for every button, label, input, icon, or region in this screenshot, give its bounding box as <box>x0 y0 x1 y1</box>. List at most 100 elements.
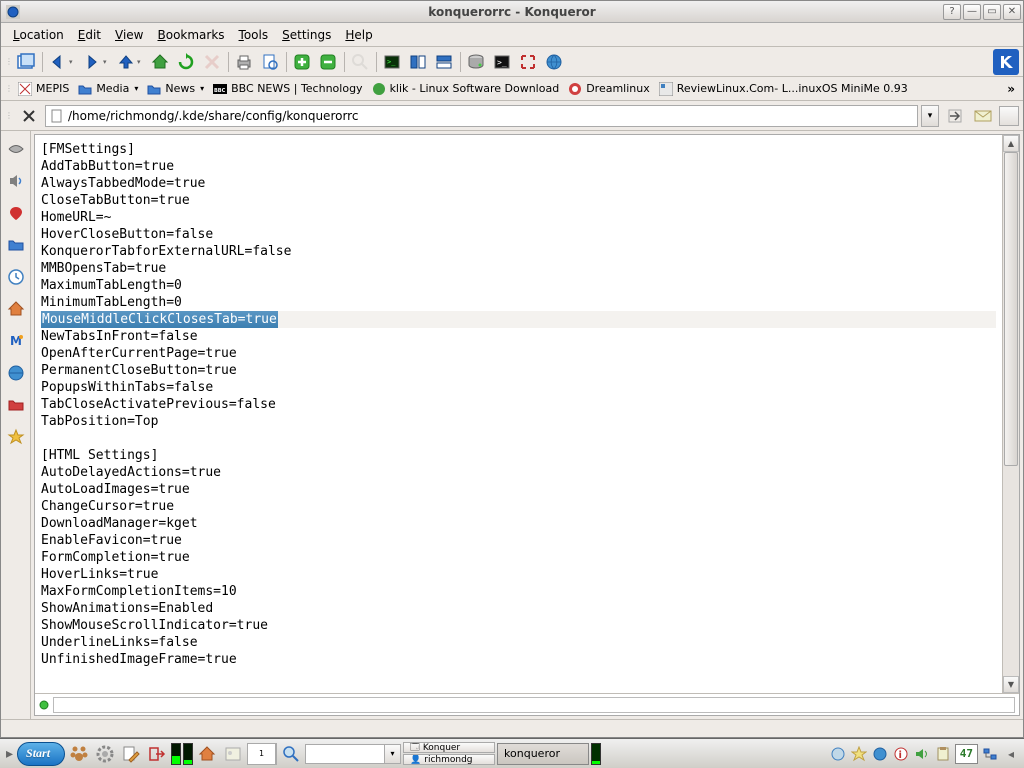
bookmark-label: MEPIS <box>36 82 69 95</box>
konsole-icon[interactable]: >_ <box>489 49 515 75</box>
split-vertical-button[interactable] <box>405 49 431 75</box>
reload-button[interactable] <box>173 49 199 75</box>
menu-bookmarks[interactable]: Bookmarks <box>152 26 231 44</box>
review-icon <box>658 81 674 97</box>
scroll-thumb[interactable] <box>1004 152 1018 466</box>
cpu-meter-2[interactable] <box>183 743 193 765</box>
gear-icon[interactable] <box>93 742 117 766</box>
tray-globe-icon[interactable] <box>871 745 889 763</box>
sidebar-history[interactable] <box>4 263 28 291</box>
menu-view[interactable]: View <box>109 26 149 44</box>
zoom-out-button[interactable] <box>315 49 341 75</box>
stop-button[interactable] <box>199 49 225 75</box>
tray-volume-icon[interactable] <box>913 745 931 763</box>
titlebar-controls: ? — ▭ ✕ <box>943 4 1021 20</box>
tray-chat-icon[interactable] <box>829 745 847 763</box>
menu-edit[interactable]: Edit <box>72 26 107 44</box>
taskbar-item-konquerorrc[interactable]: konqueror <box>497 743 589 765</box>
status-input[interactable] <box>53 697 1015 713</box>
find-button[interactable] <box>347 49 373 75</box>
clear-location-button[interactable] <box>17 105 41 127</box>
toolbar-handle[interactable] <box>5 77 13 101</box>
print-preview-button[interactable] <box>257 49 283 75</box>
back-button[interactable] <box>45 49 71 75</box>
home-button[interactable] <box>147 49 173 75</box>
sidebar-audio[interactable] <box>4 167 28 195</box>
vertical-scrollbar[interactable]: ▲ ▼ <box>1002 135 1019 693</box>
bookmark-bbc[interactable]: BBC BBC NEWS | Technology <box>208 79 366 99</box>
split-horizontal-button[interactable] <box>431 49 457 75</box>
kde-logo[interactable] <box>993 49 1019 75</box>
sidebar: M <box>1 131 31 719</box>
home-icon[interactable] <box>195 742 219 766</box>
tray-network-icon[interactable] <box>981 745 999 763</box>
bookmark-mepis[interactable]: MEPIS <box>13 79 73 99</box>
mail-button[interactable] <box>971 105 995 127</box>
minimize-button[interactable]: — <box>963 4 981 20</box>
tray-info-icon[interactable]: i <box>892 745 910 763</box>
clock[interactable]: 47 <box>955 744 978 764</box>
up-button[interactable] <box>113 49 139 75</box>
status-dot-icon <box>39 700 49 710</box>
scroll-down[interactable]: ▼ <box>1003 676 1019 693</box>
bookmarks-overflow[interactable]: » <box>1003 80 1019 98</box>
logout-icon[interactable] <box>145 742 169 766</box>
app-icon: 👤 <box>410 755 421 765</box>
cpu-meter[interactable] <box>171 743 181 765</box>
taskbar-item-konquer[interactable]: 🗔Konquer <box>403 742 495 753</box>
location-history-dropdown[interactable]: ▾ <box>921 105 939 127</box>
sidebar-home[interactable] <box>4 295 28 323</box>
bookmark-klik[interactable]: klik - Linux Software Download <box>367 79 564 99</box>
paw-icon[interactable] <box>67 742 91 766</box>
sidebar-folders[interactable] <box>4 231 28 259</box>
taskbar: ▸ Start 1 ▾ 🗔Konquer 👤richmondg konquero… <box>0 738 1024 768</box>
taskbar-item-richmondg[interactable]: 👤richmondg <box>403 754 495 765</box>
taskbar-combo[interactable]: ▾ <box>305 744 401 764</box>
sidebar-mandriva[interactable]: M <box>4 327 28 355</box>
toolbar-handle[interactable] <box>5 103 13 129</box>
tray-star-icon[interactable] <box>850 745 868 763</box>
sidebar-root[interactable] <box>4 391 28 419</box>
toolbar-handle[interactable] <box>5 49 13 75</box>
tray-hide-icon[interactable]: ◂ <box>1002 745 1020 763</box>
sidebar-network[interactable] <box>4 359 28 387</box>
bookmark-reviewlinux[interactable]: ReviewLinux.Com- L...inuxOS MiniMe 0.93 <box>654 79 912 99</box>
search-icon[interactable] <box>279 742 303 766</box>
menu-help[interactable]: Help <box>339 26 378 44</box>
close-button[interactable]: ✕ <box>1003 4 1021 20</box>
taskbar-show-menu[interactable]: ▸ <box>4 746 15 762</box>
net-meter[interactable] <box>591 743 601 765</box>
sidebar-favorites[interactable] <box>4 423 28 451</box>
tray-klipper-icon[interactable] <box>934 745 952 763</box>
edit-icon[interactable] <box>119 742 143 766</box>
contact-icon[interactable] <box>221 742 245 766</box>
go-button[interactable] <box>943 105 967 127</box>
bookmark-news[interactable]: News▾ <box>142 79 208 99</box>
zoom-in-button[interactable] <box>289 49 315 75</box>
maximize-button[interactable]: ▭ <box>983 4 1001 20</box>
text-content[interactable]: [FMSettings]AddTabButton=trueAlwaysTabbe… <box>35 135 1002 693</box>
web-button[interactable] <box>541 49 567 75</box>
fullscreen-button[interactable] <box>515 49 541 75</box>
terminal-button[interactable]: >_ <box>379 49 405 75</box>
menu-settings[interactable]: Settings <box>276 26 337 44</box>
hdd-icon[interactable] <box>463 49 489 75</box>
scroll-up[interactable]: ▲ <box>1003 135 1019 152</box>
start-button[interactable]: Start <box>17 742 65 766</box>
desktop-1[interactable]: 1 <box>248 744 276 764</box>
menu-tools[interactable]: Tools <box>233 26 275 44</box>
help-button[interactable]: ? <box>943 4 961 20</box>
location-input[interactable]: /home/richmondg/.kde/share/config/konque… <box>45 105 918 127</box>
menu-location[interactable]: Location <box>7 26 70 44</box>
sidebar-bookmarks[interactable] <box>4 199 28 227</box>
print-button[interactable] <box>231 49 257 75</box>
sidebar-services[interactable] <box>4 135 28 163</box>
location-text: /home/richmondg/.kde/share/config/konque… <box>68 109 913 123</box>
desktop-pager[interactable]: 1 <box>247 743 277 765</box>
scroll-track[interactable] <box>1003 152 1019 676</box>
forward-button[interactable] <box>79 49 105 75</box>
new-tab-button[interactable] <box>13 49 39 75</box>
security-indicator[interactable] <box>999 106 1019 126</box>
bookmark-media[interactable]: Media▾ <box>73 79 142 99</box>
bookmark-dreamlinux[interactable]: Dreamlinux <box>563 79 654 99</box>
